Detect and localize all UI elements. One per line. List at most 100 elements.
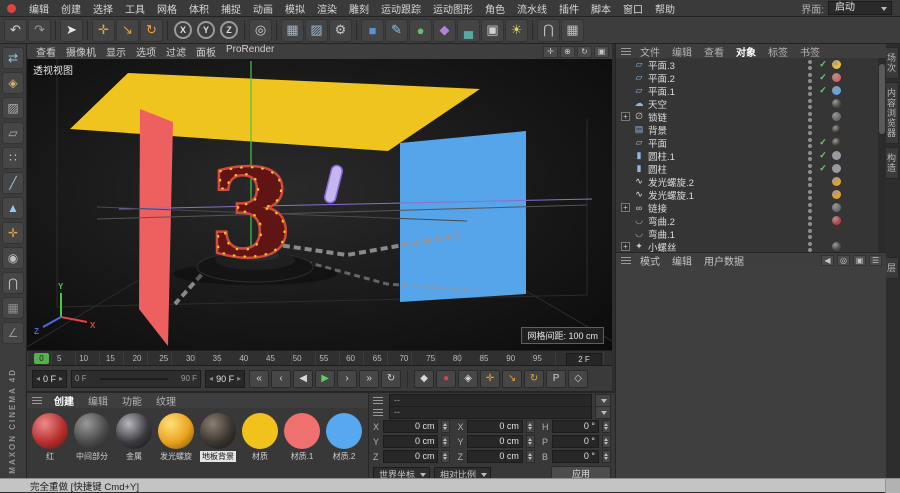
material-tag-icon[interactable] <box>832 151 841 160</box>
coordinate-field[interactable]: 0 ° <box>551 435 599 448</box>
object-manager-tab[interactable]: 对象 <box>730 44 762 59</box>
object-row[interactable]: ∿ 发光螺旋.2 <box>616 175 878 189</box>
menubar-item[interactable]: 插件 <box>553 1 585 16</box>
material-tag-icon[interactable] <box>832 99 841 108</box>
field-stepper[interactable] <box>441 450 451 463</box>
record-scale-button[interactable]: ↘ <box>502 369 523 388</box>
panel-menu-icon[interactable] <box>621 47 631 55</box>
visibility-dots[interactable] <box>806 241 814 253</box>
left-wall-plane[interactable] <box>139 109 173 346</box>
coordinate-field[interactable]: 0 cm <box>383 435 439 448</box>
decrement-icon[interactable]: ◂ <box>36 374 40 383</box>
record-rotation-button[interactable]: ↻ <box>524 369 545 388</box>
visibility-dots[interactable] <box>806 98 814 110</box>
object-row[interactable]: ☁ 天空 <box>616 97 878 111</box>
increment-icon[interactable]: ▸ <box>59 374 63 383</box>
field-stepper[interactable] <box>525 450 535 463</box>
viewport-menu-item[interactable]: ProRender <box>221 44 279 59</box>
expand-toggle-icon[interactable]: + <box>621 242 630 251</box>
material-tag-icon[interactable] <box>832 190 841 199</box>
dock-tab[interactable]: 内容浏览器 <box>886 82 899 144</box>
visibility-dots[interactable] <box>806 59 814 71</box>
coordinate-field[interactable]: 0 ° <box>551 420 599 433</box>
menubar-item[interactable]: 运动图形 <box>427 1 479 16</box>
coordinate-field[interactable]: 0 ° <box>551 450 599 463</box>
material-tag-icon[interactable] <box>832 86 841 95</box>
texture-mode-icon[interactable]: ▨ <box>2 97 24 119</box>
menubar-item[interactable]: 工具 <box>119 1 151 16</box>
menubar-item[interactable]: 动画 <box>247 1 279 16</box>
menubar-item[interactable]: 模拟 <box>279 1 311 16</box>
live-selection-icon[interactable]: ➤ <box>60 18 83 42</box>
record-parameter-button[interactable]: P <box>546 369 567 388</box>
panel-menu-icon[interactable] <box>373 409 383 416</box>
enable-axis-icon[interactable]: ✛ <box>2 222 24 244</box>
viewport-menu-item[interactable]: 面板 <box>191 44 221 59</box>
coordinate-field[interactable]: 0 cm <box>467 420 523 433</box>
view-zoom-icon[interactable]: ⊕ <box>560 45 575 58</box>
menubar-item[interactable]: 流水线 <box>511 1 553 16</box>
object-row[interactable]: ∿ 发光螺旋.1 <box>616 188 878 202</box>
enable-snap-icon[interactable]: ⋂ <box>2 272 24 294</box>
menubar-item[interactable]: 雕刻 <box>343 1 375 16</box>
material-tag-icon[interactable] <box>832 203 841 212</box>
visibility-dots[interactable] <box>806 189 814 201</box>
menubar-item[interactable]: 捕捉 <box>215 1 247 16</box>
quantize-icon[interactable]: ∠ <box>2 322 24 344</box>
snap-toggle-icon[interactable]: ⋂ <box>537 18 560 42</box>
menubar-item[interactable]: 选择 <box>87 1 119 16</box>
visibility-dots[interactable] <box>806 228 814 240</box>
expand-toggle-icon[interactable]: + <box>621 203 630 212</box>
move-tool-icon[interactable]: ✛ <box>92 18 115 42</box>
y-axis-lock-icon[interactable]: Y <box>197 21 215 39</box>
points-mode-icon[interactable]: ∷ <box>2 147 24 169</box>
object-manager-tab[interactable]: 查看 <box>698 44 730 59</box>
prev-frame-button[interactable]: ◀ <box>293 369 314 388</box>
ceiling-plane[interactable] <box>70 73 480 151</box>
dock-tab[interactable]: 层 <box>886 257 899 279</box>
coordinate-field[interactable]: 0 cm <box>383 420 439 433</box>
object-row[interactable]: ▱ 平面 ✓ <box>616 136 878 150</box>
render-settings-icon[interactable]: ⚙ <box>329 18 352 42</box>
field-stepper[interactable] <box>525 435 535 448</box>
material-tag-icon[interactable] <box>832 216 841 225</box>
undo-icon[interactable]: ↶ <box>4 18 27 42</box>
menubar-item[interactable]: 渲染 <box>311 1 343 16</box>
material-tag-icon[interactable] <box>832 177 841 186</box>
material-item[interactable]: 材质.1 <box>283 413 321 462</box>
workplane-mode-icon[interactable]: ▱ <box>2 122 24 144</box>
max-frame-field[interactable]: ◂ 90 F ▸ <box>205 369 246 388</box>
model-mode-icon[interactable]: ◈ <box>2 72 24 94</box>
field-stepper[interactable] <box>441 435 451 448</box>
materials-tab[interactable]: 编辑 <box>81 393 115 408</box>
visibility-dots[interactable] <box>806 215 814 227</box>
render-view-icon[interactable]: ▦ <box>281 18 304 42</box>
viewport-menu-item[interactable]: 摄像机 <box>61 44 101 59</box>
object-row[interactable]: ▱ 平面.1 ✓ <box>616 84 878 98</box>
field-stepper[interactable] <box>602 420 611 433</box>
next-frame-button[interactable]: › <box>337 369 358 388</box>
add-light-icon[interactable]: ☀ <box>505 18 528 42</box>
field-stepper[interactable] <box>441 420 451 433</box>
edges-mode-icon[interactable]: ╱ <box>2 172 24 194</box>
coordinate-system-icon[interactable]: ◎ <box>249 18 272 42</box>
play-button[interactable]: ▶ <box>315 369 336 388</box>
object-manager-tab[interactable]: 编辑 <box>666 44 698 59</box>
frame-range-slider[interactable]: 0 F 90 F <box>71 369 202 388</box>
visibility-dots[interactable] <box>806 176 814 188</box>
visibility-dots[interactable] <box>806 111 814 123</box>
add-generator-icon[interactable]: ● <box>409 18 432 42</box>
menubar-item[interactable]: 帮助 <box>649 1 681 16</box>
object-row[interactable]: + ∅ 锁链 <box>616 110 878 124</box>
record-keyframe-button[interactable]: ◆ <box>414 369 435 388</box>
window-close-button[interactable] <box>7 3 16 13</box>
loop-button[interactable]: ↻ <box>381 369 402 388</box>
record-position-button[interactable]: ✛ <box>480 369 501 388</box>
visibility-dots[interactable] <box>806 85 814 97</box>
material-tag-icon[interactable] <box>832 73 841 82</box>
record-pla-button[interactable]: ◇ <box>568 369 589 388</box>
visibility-dots[interactable] <box>806 202 814 214</box>
material-item[interactable]: 发光螺旋 <box>157 413 195 462</box>
render-picture-viewer-icon[interactable]: ▨ <box>305 18 328 42</box>
object-row[interactable]: + ∞ 链接 <box>616 201 878 215</box>
